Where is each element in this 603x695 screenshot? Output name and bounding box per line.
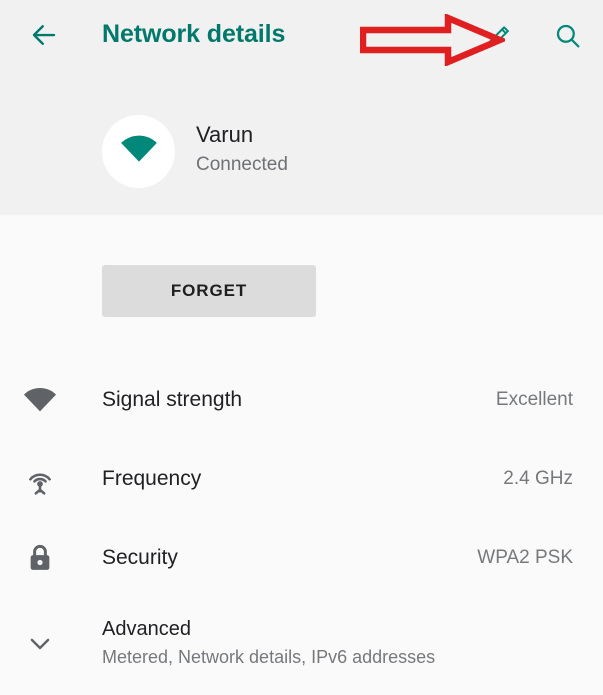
avatar [102,115,175,188]
pencil-edit-icon [485,22,513,55]
lock-icon [18,518,62,597]
network-name: Varun [196,122,254,147]
detail-label: Security [102,545,178,569]
wifi-signal-icon [18,360,62,439]
detail-row-signal-strength[interactable]: Signal strength Excellent [0,360,603,439]
header-section: Network details Varun Connected [0,0,603,215]
detail-value: 2.4 GHz [503,467,573,489]
wifi-signal-icon [119,129,159,174]
app-bar: Network details [0,0,603,74]
forget-button[interactable]: FORGET [102,265,316,317]
network-summary: Varun Connected [0,112,603,192]
page-title: Network details [102,20,286,48]
chevron-down-icon[interactable] [18,597,62,689]
advanced-title: Advanced [102,617,191,640]
detail-value: WPA2 PSK [477,546,573,568]
advanced-subtitle: Metered, Network details, IPv6 addresses [102,646,436,667]
detail-value: Excellent [495,388,573,410]
detail-row-security[interactable]: Security WPA2 PSK [0,518,603,597]
edit-button[interactable] [479,18,519,58]
detail-label: Frequency [102,466,202,490]
antenna-frequency-icon [18,439,62,518]
search-button[interactable] [548,18,588,58]
detail-row-frequency[interactable]: Frequency 2.4 GHz [0,439,603,518]
advanced-text-group: Advanced Metered, Network details, IPv6 … [102,597,435,689]
network-detail-list: Signal strength Excellent Frequency 2.4 … [0,360,603,689]
network-identity: Varun Connected [196,120,288,179]
back-button[interactable] [18,14,70,60]
arrow-left-icon [29,20,59,55]
search-icon [553,21,583,56]
network-status: Connected [196,154,288,175]
detail-label: Signal strength [102,387,243,411]
detail-row-advanced[interactable]: Advanced Metered, Network details, IPv6 … [0,597,603,689]
